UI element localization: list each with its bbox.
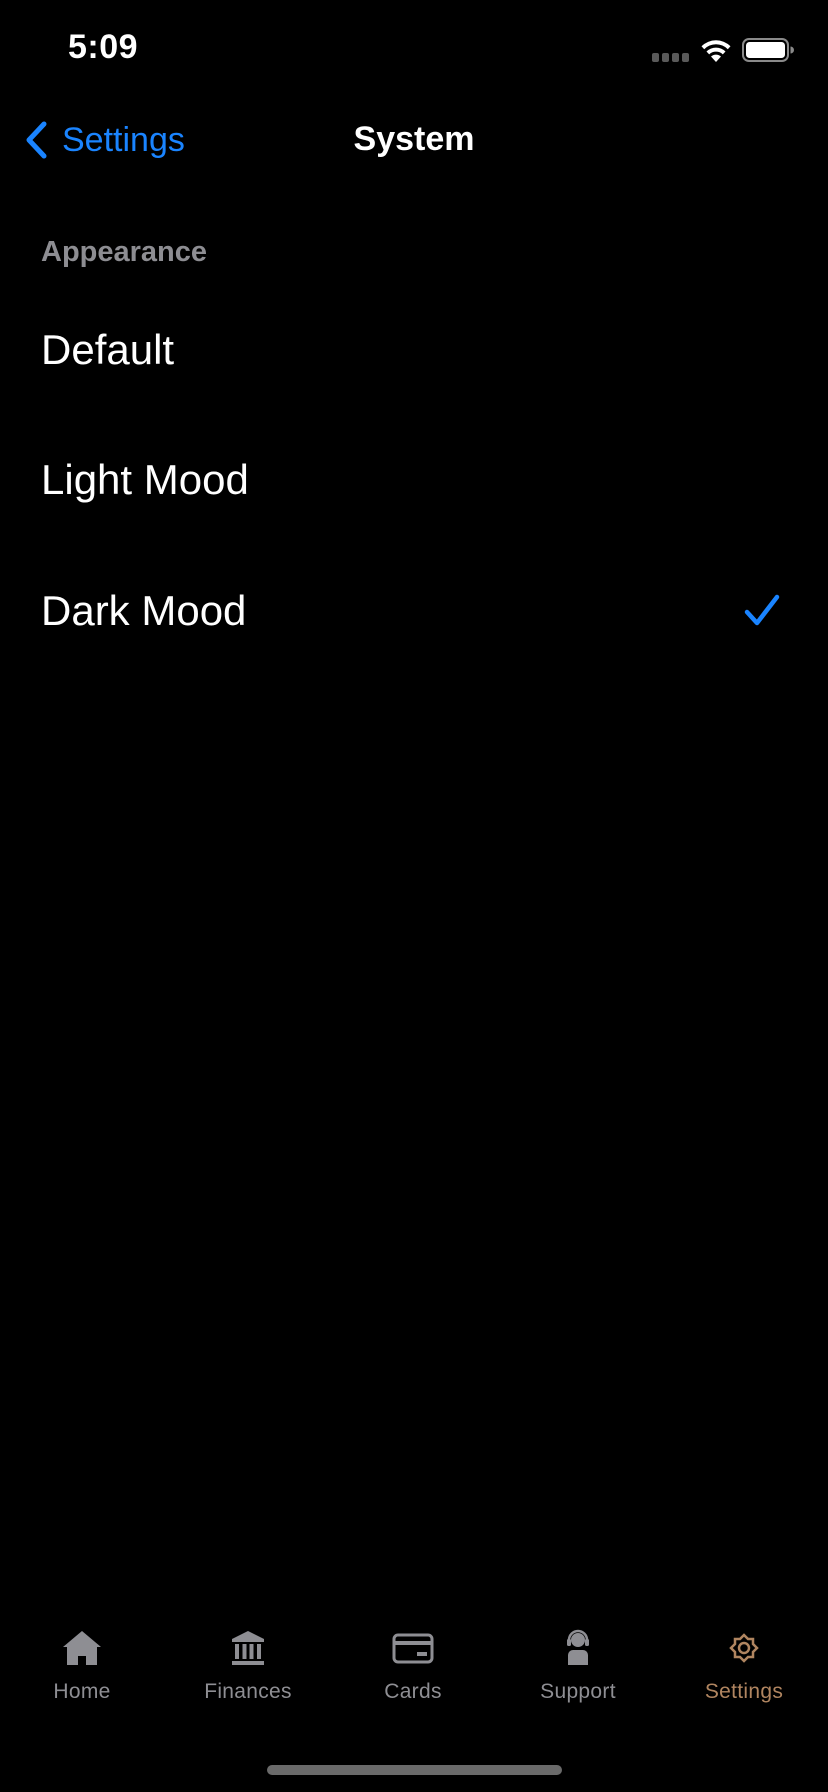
cellular-signal-icon: [652, 53, 690, 63]
navigation-bar: Settings System: [0, 110, 828, 170]
wifi-icon: [701, 40, 731, 62]
tab-support[interactable]: Support: [518, 1628, 638, 1718]
section-header-appearance: Appearance: [41, 236, 208, 268]
option-label: Dark Mood: [41, 587, 247, 634]
checkmark-icon: [744, 594, 780, 626]
credit-card-icon: [392, 1633, 434, 1664]
tab-bar: Home Finances Cards Support Settings: [0, 1628, 828, 1718]
tab-finances[interactable]: Finances: [188, 1628, 308, 1718]
tab-settings[interactable]: Settings: [684, 1628, 804, 1718]
option-dark-mood[interactable]: Dark Mood: [0, 561, 828, 661]
option-label: Light Mood: [41, 456, 249, 503]
status-bar: 5:09: [0, 0, 828, 100]
tab-label: Home: [53, 1680, 111, 1703]
tab-label: Settings: [704, 1680, 784, 1703]
option-default[interactable]: Default: [0, 300, 828, 400]
tab-cards[interactable]: Cards: [353, 1628, 473, 1718]
support-agent-icon: [567, 1629, 589, 1665]
battery-icon: [742, 38, 794, 62]
system-settings-screen: 5:09 Settings System Appearance Default: [0, 0, 828, 1792]
bank-icon: [232, 1631, 264, 1665]
option-light-mood[interactable]: Light Mood: [0, 430, 828, 530]
status-time: 5:09: [68, 28, 139, 66]
home-indicator: [267, 1765, 562, 1775]
tab-label: Finances: [204, 1680, 292, 1703]
tab-label: Support: [540, 1680, 616, 1703]
tab-home[interactable]: Home: [22, 1628, 142, 1718]
gear-icon: [729, 1633, 759, 1663]
tab-label: Cards: [384, 1680, 442, 1703]
page-title: System: [353, 120, 475, 158]
option-label: Default: [41, 326, 175, 373]
house-icon: [63, 1631, 101, 1665]
